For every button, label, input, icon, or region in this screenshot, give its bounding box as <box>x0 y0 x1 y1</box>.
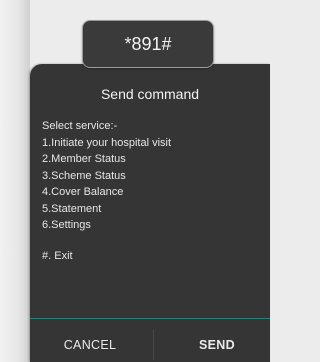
background-edge <box>0 0 30 362</box>
message-line-option-2: 2.Member Status <box>42 153 126 165</box>
cancel-button[interactable]: CANCEL <box>50 332 130 358</box>
ussd-code-display: *891# <box>82 20 214 68</box>
button-separator <box>153 330 154 360</box>
message-line-exit: #. Exit <box>42 249 73 262</box>
message-line-option-3: 3.Scheme Status <box>42 169 126 182</box>
send-button[interactable]: SEND <box>180 332 254 358</box>
dialog-title: Send command <box>100 86 200 102</box>
dialog-message: Select service:- 1.Initiate your hospita… <box>42 118 262 264</box>
message-line-option-5: 5.Statement <box>42 202 102 215</box>
dialog-divider <box>30 318 270 319</box>
send-command-dialog: Send command Select service:- 1.Initiate… <box>30 64 270 362</box>
message-line-option-6: 6.Settings <box>42 219 91 231</box>
message-spacer <box>42 234 262 248</box>
message-line-option-4: 4.Cover Balance <box>42 186 124 198</box>
message-line-prompt: Select service:- <box>42 120 118 132</box>
message-line-option-1: 1.Initiate your hospital visit <box>42 136 172 149</box>
